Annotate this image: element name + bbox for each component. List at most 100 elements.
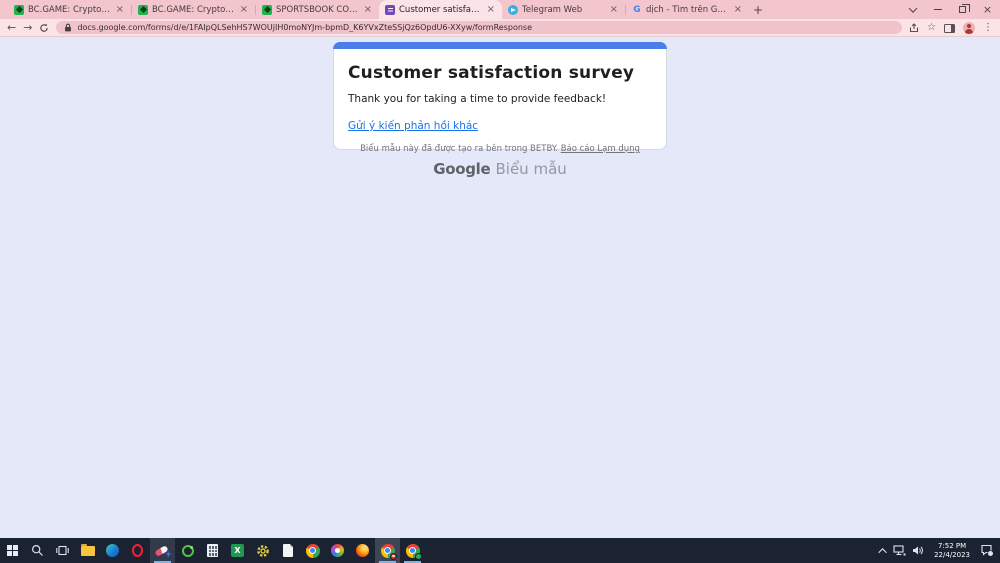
restore-button[interactable]: [950, 0, 975, 19]
url-text: docs.google.com/forms/d/e/1FAIpQLSehHS7W…: [77, 23, 532, 32]
task-view-button[interactable]: [50, 538, 75, 563]
google-logo-text: Google: [433, 160, 490, 178]
tab-close-icon[interactable]: ×: [363, 5, 373, 15]
submit-another-response-link[interactable]: Gửi ý kiến phản hồi khác: [348, 120, 478, 132]
form-response-page: Customer satisfaction survey Thank you f…: [0, 38, 1000, 538]
edge-button[interactable]: [100, 538, 125, 563]
windows-logo-icon: [7, 545, 18, 556]
excel-button[interactable]: X: [225, 538, 250, 563]
window-controls: ×: [900, 0, 1000, 19]
tab-close-icon[interactable]: ×: [239, 5, 249, 15]
chevron-down-icon: [908, 4, 916, 12]
browser-tab-strip: BC.GAME: Crypto Casino Games × BC.GAME: …: [0, 0, 1000, 19]
reload-icon: [39, 23, 49, 33]
opera-button[interactable]: [125, 538, 150, 563]
form-title: Customer satisfaction survey: [348, 63, 652, 83]
document-icon: [283, 544, 293, 557]
bcgame-favicon-icon: [138, 5, 148, 15]
card-accent-bar: [333, 42, 667, 49]
chevron-up-icon: [878, 548, 886, 556]
google-forms-wordmark: Google Biểu mẫu: [0, 159, 1000, 178]
green-circle-app-icon: [182, 545, 194, 557]
tab-close-icon[interactable]: ×: [115, 5, 125, 15]
file-explorer-icon: [81, 546, 95, 556]
forms-logo-text: Biểu mẫu: [496, 160, 567, 178]
opera-icon: [132, 544, 143, 557]
chrome-profile-red-button[interactable]: [375, 538, 400, 563]
tab-bcgame-2[interactable]: BC.GAME: Crypto Casino Games ×: [132, 0, 255, 19]
network-status-button[interactable]: [890, 538, 909, 563]
new-tab-button[interactable]: +: [749, 1, 767, 19]
chrome-icon: [306, 544, 320, 558]
address-bar[interactable]: docs.google.com/forms/d/e/1FAIpQLSehHS7W…: [56, 21, 902, 34]
browser-menu-icon[interactable]: ⋮: [983, 23, 993, 33]
back-button[interactable]: ←: [7, 22, 16, 33]
file-explorer-button[interactable]: [75, 538, 100, 563]
forward-button[interactable]: →: [23, 22, 32, 33]
search-icon: [31, 544, 44, 557]
google-favicon-icon: G: [632, 5, 642, 15]
pill-app-icon: +: [155, 544, 170, 558]
screen: BC.GAME: Crypto Casino Games × BC.GAME: …: [0, 0, 1000, 563]
side-panel-icon: [944, 24, 955, 33]
calculator-button[interactable]: [200, 538, 225, 563]
calculator-icon: [207, 544, 218, 557]
chrome-button[interactable]: [300, 538, 325, 563]
clock[interactable]: 7:52 PM 22/4/2023: [927, 538, 977, 563]
settings-gear-button[interactable]: [250, 538, 275, 563]
tab-customer-survey-active[interactable]: Customer satisfaction survey ×: [379, 0, 502, 19]
action-center-icon: [980, 544, 994, 557]
form-footer: Biểu mẫu này đã được tạo ra bên trong BE…: [0, 144, 1000, 154]
network-icon: [893, 545, 906, 556]
notepad-button[interactable]: [275, 538, 300, 563]
gear-icon: [256, 544, 270, 558]
tab-title: BC.GAME: Crypto Casino Games: [152, 5, 235, 15]
side-panel-button[interactable]: [944, 18, 955, 37]
green-circle-app-button[interactable]: [175, 538, 200, 563]
red-profile-badge: [390, 553, 397, 560]
multicolor-app-button[interactable]: [325, 538, 350, 563]
close-window-button[interactable]: ×: [975, 0, 1000, 19]
tab-title: SPORTSBOOK COMMUNITY SUR: [276, 5, 359, 15]
tab-close-icon[interactable]: ×: [486, 5, 496, 15]
confirmation-message: Thank you for taking a time to provide f…: [348, 93, 652, 105]
start-button[interactable]: [0, 538, 25, 563]
firefox-button[interactable]: [350, 538, 375, 563]
browser-toolbar: ← → docs.google.com/forms/d/e/1FAIpQLSeh…: [0, 19, 1000, 37]
tab-telegram[interactable]: Telegram Web ×: [502, 0, 625, 19]
volume-button[interactable]: [909, 538, 927, 563]
tab-search-chevron-icon[interactable]: [900, 0, 925, 19]
minimize-icon: [934, 9, 942, 10]
telegram-favicon-icon: [508, 5, 518, 15]
action-center-button[interactable]: [977, 538, 997, 563]
tab-close-icon[interactable]: ×: [609, 5, 619, 15]
report-abuse-link[interactable]: Báo cáo Lạm dụng: [561, 144, 640, 154]
bookmark-star-icon[interactable]: ☆: [927, 23, 936, 33]
firefox-icon: [356, 544, 369, 557]
tray-time: 7:52 PM: [934, 542, 970, 551]
tab-title: Telegram Web: [522, 5, 605, 15]
tray-overflow-button[interactable]: [878, 538, 890, 563]
multicolor-app-icon: [331, 544, 344, 557]
minimize-button[interactable]: [925, 0, 950, 19]
restore-icon: [959, 6, 966, 13]
share-button[interactable]: [909, 18, 919, 37]
share-icon: [909, 23, 919, 33]
footer-created-text: Biểu mẫu này đã được tạo ra bên trong BE…: [360, 144, 558, 154]
excel-icon: X: [231, 544, 244, 557]
system-tray: 7:52 PM 22/4/2023: [878, 538, 1000, 563]
task-view-icon: [56, 545, 69, 556]
taskbar-search-button[interactable]: [25, 538, 50, 563]
tab-close-icon[interactable]: ×: [733, 5, 743, 15]
tab-google-search[interactable]: G dịch - Tìm trên Google ×: [626, 0, 749, 19]
tab-title: dịch - Tìm trên Google: [646, 5, 729, 15]
reload-button[interactable]: [39, 23, 49, 33]
chrome-profile-green-button[interactable]: [400, 538, 425, 563]
bcgame-favicon-icon: [14, 5, 24, 15]
tab-title: Customer satisfaction survey: [399, 5, 482, 15]
toolbar-action-icons: ☆ ⋮: [909, 18, 993, 37]
tab-bcgame-1[interactable]: BC.GAME: Crypto Casino Games ×: [8, 0, 131, 19]
pill-app-button[interactable]: +: [150, 538, 175, 563]
profile-avatar[interactable]: [963, 22, 975, 34]
tab-sportsbook-survey[interactable]: SPORTSBOOK COMMUNITY SUR ×: [256, 0, 379, 19]
